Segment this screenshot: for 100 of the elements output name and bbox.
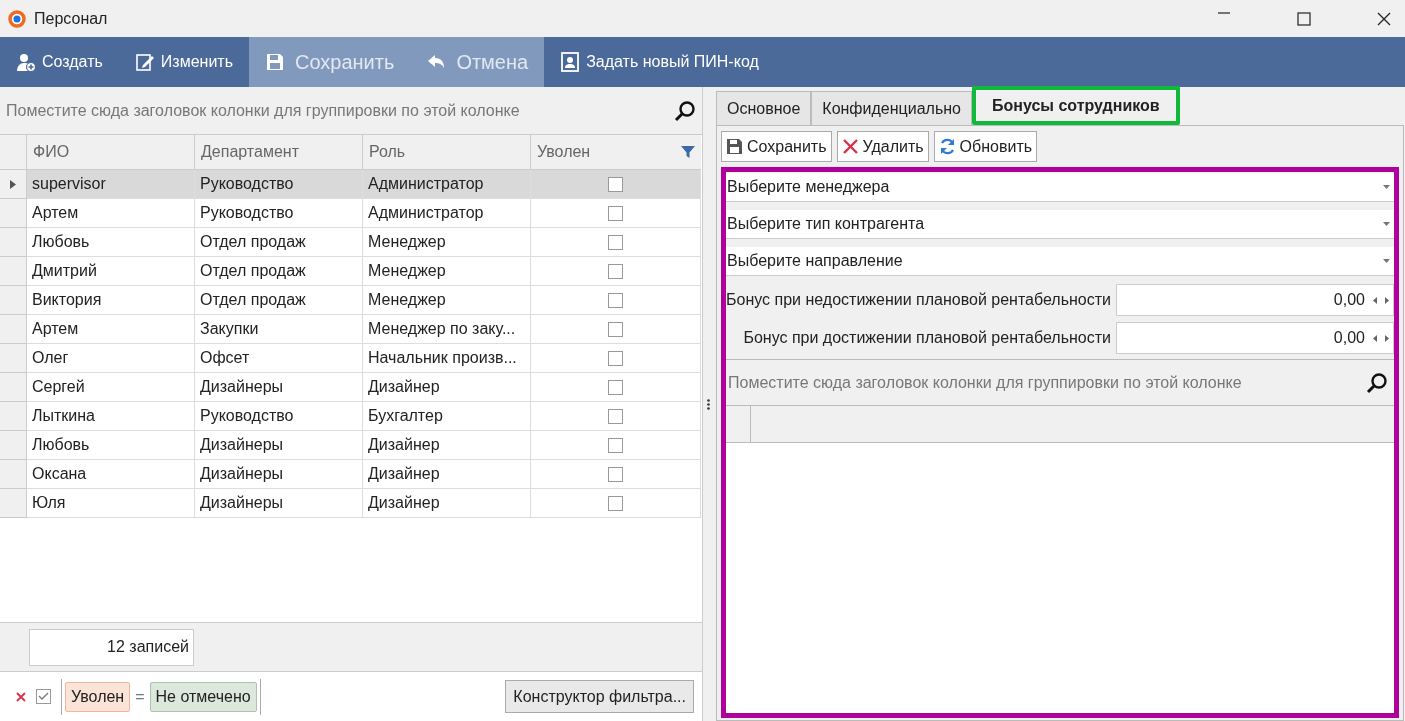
table-row[interactable]: Любовь Отдел продаж Менеджер — [0, 228, 702, 257]
tab[interactable]: Бонусы сотрудников — [971, 86, 1180, 125]
row-indicator-cell — [0, 286, 27, 315]
dropdown[interactable]: Выберите направление — [726, 247, 1394, 276]
checkbox[interactable] — [608, 205, 623, 221]
app-logo-icon — [8, 9, 26, 28]
column-header[interactable]: Департамент — [195, 135, 363, 170]
filter-checkbox[interactable] — [36, 689, 51, 704]
table-cell: Артем — [27, 315, 195, 344]
number-field[interactable]: 0,00 — [1116, 284, 1394, 316]
table-cell: Менеджер — [363, 228, 531, 257]
checkbox[interactable] — [608, 176, 623, 192]
table-cell: Менеджер — [363, 286, 531, 315]
table-cell: Отдел продаж — [195, 228, 363, 257]
header-corner-cell — [0, 135, 27, 170]
filter-field-chip[interactable]: Уволен — [65, 681, 131, 712]
tab[interactable]: Основное — [716, 91, 812, 125]
checkbox[interactable] — [608, 437, 623, 453]
table-row[interactable]: Лыткина Руководство Бухгалтер — [0, 402, 702, 431]
close-icon — [1377, 11, 1391, 26]
checkbox[interactable] — [608, 495, 623, 511]
checkbox[interactable] — [608, 321, 623, 337]
table-cell: Отдел продаж — [195, 257, 363, 286]
table-row[interactable]: Юля Дизайнеры Дизайнер — [0, 489, 702, 518]
checkbox[interactable] — [608, 292, 623, 308]
table-cell: Руководство — [195, 402, 363, 431]
row-indicator-cell — [0, 315, 27, 344]
table-row[interactable]: supervisor Руководство Администратор — [0, 170, 702, 199]
toolbar-button[interactable]: Обновить — [933, 131, 1038, 162]
table-cell: Администратор — [363, 199, 531, 228]
right-triangle-icon — [1385, 296, 1389, 304]
table-cell: Дизайнеры — [195, 373, 363, 402]
caret-icon — [1383, 259, 1390, 263]
table-cell: Дмитрий — [27, 257, 195, 286]
number-field[interactable]: 0,00 — [1116, 322, 1394, 354]
table-cell: Офсет — [195, 344, 363, 373]
column-header[interactable]: ФИО — [27, 135, 195, 170]
table-cell: Дизайнер — [363, 489, 531, 518]
group-panel-field[interactable]: Поместите сюда заголовок колонки для группировки по этой колонке — [0, 87, 702, 135]
row-indicator-cell — [0, 257, 27, 286]
checkbox[interactable] — [608, 263, 623, 279]
search-icon — [1366, 371, 1388, 394]
record-count: 12 записей — [29, 628, 194, 666]
group-panel-field[interactable]: Поместите сюда заголовок колонки для группировки по этой колонке — [726, 359, 1394, 406]
column-header[interactable]: Роль — [363, 135, 531, 170]
table-row[interactable]: Артем Руководство Администратор — [0, 199, 702, 228]
user-add-icon — [16, 52, 36, 72]
minimize-icon — [1217, 11, 1231, 14]
table-row[interactable]: Любовь Дизайнеры Дизайнер — [0, 431, 702, 460]
window-title: Персонал — [34, 9, 108, 28]
checkbox[interactable] — [608, 350, 623, 366]
table-row[interactable]: Дмитрий Отдел продаж Менеджер — [0, 257, 702, 286]
table-cell: Администратор — [363, 170, 531, 199]
delete-cross-icon — [841, 138, 859, 155]
table-cell: Бухгалтер — [363, 402, 531, 431]
toolbar-button[interactable]: Удалить — [836, 131, 929, 162]
caret-icon — [1383, 185, 1390, 189]
table-cell: Дизайнеры — [195, 460, 363, 489]
row-indicator-cell — [0, 344, 27, 373]
dropdown[interactable]: Выберите тип контрагента — [726, 210, 1394, 239]
table-row[interactable]: Артем Закупки Менеджер по заку... — [0, 315, 702, 344]
clear-filter-icon[interactable] — [16, 691, 26, 702]
table-cell: Отдел продаж — [195, 286, 363, 315]
table-cell: Руководство — [195, 199, 363, 228]
table-cell: Дизайнер — [363, 373, 531, 402]
checkbox[interactable] — [608, 234, 623, 250]
row-indicator-cell — [0, 460, 27, 489]
left-triangle-icon — [1373, 334, 1377, 342]
table-cell: Любовь — [27, 228, 195, 257]
table-cell: Артем — [27, 199, 195, 228]
table-cell: Дизайнеры — [195, 489, 363, 518]
refresh-icon — [938, 138, 956, 155]
edit-icon — [134, 52, 155, 72]
table-row[interactable]: Олег Офсет Начальник произв... — [0, 344, 702, 373]
toolbar-button[interactable]: Сохранить — [721, 131, 832, 162]
id-card-icon — [560, 52, 581, 72]
column-header[interactable]: Уволен — [531, 135, 701, 170]
tab[interactable]: Конфиденциально — [811, 91, 972, 125]
check-icon — [38, 692, 49, 701]
filter-builder-button[interactable]: Конструктор фильтра... — [505, 680, 694, 713]
table-cell: Любовь — [27, 431, 195, 460]
maximize-icon — [1297, 11, 1311, 26]
dropdown[interactable]: Выберите менеджера — [726, 173, 1394, 202]
row-indicator-icon — [10, 179, 16, 189]
row-indicator-cell — [0, 489, 27, 518]
row-indicator-cell — [0, 228, 27, 257]
filter-operator: = — [135, 687, 145, 706]
row-indicator-cell — [0, 402, 27, 431]
table-row[interactable]: Оксана Дизайнеры Дизайнер — [0, 460, 702, 489]
checkbox[interactable] — [608, 379, 623, 395]
checkbox[interactable] — [608, 466, 623, 482]
table-cell: Лыткина — [27, 402, 195, 431]
row-indicator-cell — [0, 199, 27, 228]
table-cell: Сергей — [27, 373, 195, 402]
search-icon — [674, 99, 696, 122]
table-cell: Закупки — [195, 315, 363, 344]
table-row[interactable]: Сергей Дизайнеры Дизайнер — [0, 373, 702, 402]
table-row[interactable]: Виктория Отдел продаж Менеджер — [0, 286, 702, 315]
filter-value-chip[interactable]: Не отмечено — [149, 681, 257, 712]
checkbox[interactable] — [608, 408, 623, 424]
